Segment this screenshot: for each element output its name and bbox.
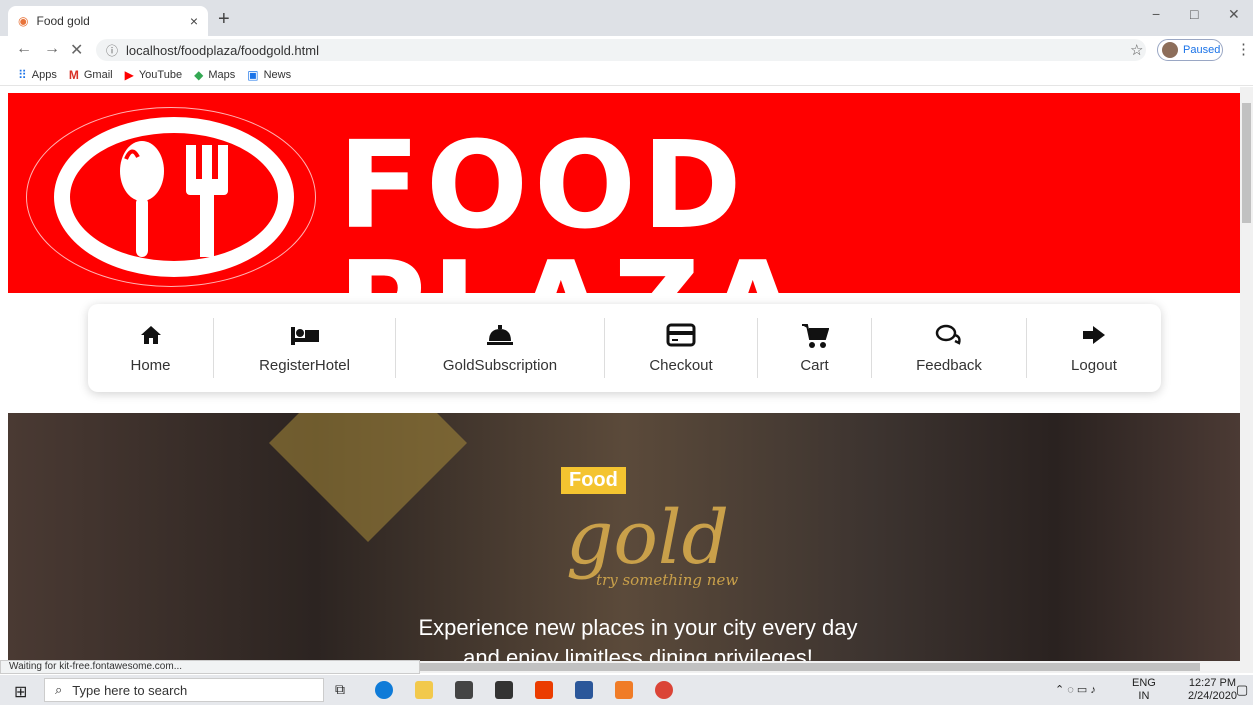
new-tab-button[interactable]: + [218,8,230,31]
forward-button[interactable]: → [44,40,60,58]
stop-button[interactable]: ✕ [70,40,83,60]
info-icon[interactable]: ⓘ [106,42,118,59]
nav-label: Cart [800,356,829,374]
page-viewport: FOOD PLAZA Home RegisterHotel GoldSubscr… [0,87,1240,673]
url-text: localhost/foodplaza/foodgold.html [126,42,319,58]
notification-icon[interactable]: ▢ [1236,682,1248,698]
nav-feedback[interactable]: Feedback [872,318,1027,378]
menu-icon[interactable]: ⋮ [1236,40,1251,58]
back-button[interactable]: ← [16,40,32,58]
word-icon[interactable] [575,681,593,699]
close-window-button[interactable]: ✕ [1228,6,1240,23]
hero-banner: Food gold try something new Experience n… [8,413,1240,673]
bookmark-label: YouTube [138,68,183,81]
tray-icons[interactable]: ⌃ ◌ ▭ ♪ [1055,683,1096,696]
language-indicator[interactable]: ENG IN [1132,677,1156,703]
bookmark-label: Gmail [83,68,113,81]
nav-label: Checkout [649,356,713,374]
lang-region: IN [1138,690,1150,702]
clock-time: 12:27 PM [1188,677,1237,689]
hero-tagline: try something new [596,571,739,589]
nav-gold-subscription[interactable]: GoldSubscription [396,318,605,378]
header-banner: FOOD PLAZA [8,93,1240,367]
address-bar: ← → ✕ ⓘ localhost/foodplaza/foodgold.htm… [0,36,1253,64]
bed-icon [290,323,320,349]
news-icon: ▣ [247,67,259,82]
favicon-icon: ◉ [18,14,29,28]
system-clock[interactable]: 12:27 PM 2/24/2020 [1188,677,1237,703]
search-icon: ⌕ [55,682,63,697]
bookmark-apps[interactable]: ⠿ Apps [18,68,57,82]
hero-line-1: Experience new places in your city every… [418,615,858,640]
scrollbar-thumb[interactable] [1242,103,1251,223]
spoon-fork-icon [120,141,228,257]
bookmarks-bar: ⠿ Apps M Gmail ▶ YouTube ◆ Maps ▣ News [0,64,1253,86]
nav-logout[interactable]: Logout [1027,318,1161,378]
nav-label: RegisterHotel [259,356,350,374]
nav-label: Feedback [916,356,982,374]
taskbar-search[interactable]: ⌕ Type here to search [44,678,324,702]
url-input[interactable]: ⓘ localhost/foodplaza/foodgold.html [96,39,1146,61]
maps-icon: ◆ [194,67,204,82]
nav-label: Home [130,356,171,374]
credit-card-icon [666,323,696,349]
tab-title: Food gold [36,14,90,28]
bookmark-gmail[interactable]: M Gmail [69,68,113,82]
bookmark-maps[interactable]: ◆ Maps [194,68,235,82]
cart-icon [801,323,829,349]
clock-date: 2/24/2020 [1188,690,1237,702]
search-placeholder: Type here to search [72,682,188,698]
office-icon[interactable] [535,681,553,699]
edge-icon[interactable] [375,681,393,699]
bookmark-label: Apps [31,68,57,81]
sign-out-icon [1081,323,1107,349]
decorative-diamond [269,413,467,542]
task-view-icon[interactable]: ⧉ [335,681,345,698]
comments-icon [935,323,963,349]
avatar [1162,42,1178,58]
profile-button[interactable]: Paused [1157,39,1223,61]
taskbar: ⊞ ⌕ Type here to search ⧉ ⌃ ◌ ▭ ♪ ENG IN… [0,675,1253,705]
gold-logo: gold [566,495,729,581]
apps-icon: ⠿ [18,67,27,82]
maximize-button[interactable]: □ [1190,6,1198,22]
windows-start-icon[interactable]: ⊞ [14,682,27,702]
bookmark-label: Maps [208,68,236,81]
bookmark-star-icon[interactable]: ☆ [1130,41,1143,59]
bookmark-news[interactable]: ▣ News [247,68,291,82]
nav-label: Logout [1071,356,1117,374]
nav-home[interactable]: Home [88,318,214,378]
file-explorer-icon[interactable] [415,681,433,699]
minimize-button[interactable]: − [1152,6,1160,22]
profile-status: Paused [1183,44,1221,56]
vertical-scrollbar[interactable] [1240,87,1253,673]
browser-tab[interactable]: ◉ Food gold × [8,6,208,36]
youtube-icon: ▶ [124,67,134,82]
store-icon[interactable] [455,681,473,699]
gmail-icon: M [68,67,79,82]
bookmark-label: News [263,68,292,81]
nav-cart[interactable]: Cart [758,318,872,378]
horizontal-scrollbar-thumb[interactable] [420,663,1200,671]
status-text: Waiting for kit-free.fontawesome.com... [0,660,420,674]
home-icon [139,323,163,349]
nav-register-hotel[interactable]: RegisterHotel [214,318,396,378]
concierge-bell-icon [486,323,514,349]
bookmark-youtube[interactable]: ▶ YouTube [125,68,182,82]
lang-code: ENG [1132,677,1156,689]
tab-close-icon[interactable]: × [190,13,198,29]
nav-checkout[interactable]: Checkout [605,318,758,378]
chrome-icon[interactable] [655,681,673,699]
mail-icon[interactable] [495,681,513,699]
xampp-icon[interactable] [615,681,633,699]
main-nav: Home RegisterHotel GoldSubscription Chec… [88,304,1161,392]
tab-strip: ◉ Food gold × + − □ ✕ [0,0,1253,36]
food-tag: Food [561,467,626,494]
horizontal-scrollbar[interactable] [420,661,1240,673]
nav-label: GoldSubscription [442,356,558,374]
